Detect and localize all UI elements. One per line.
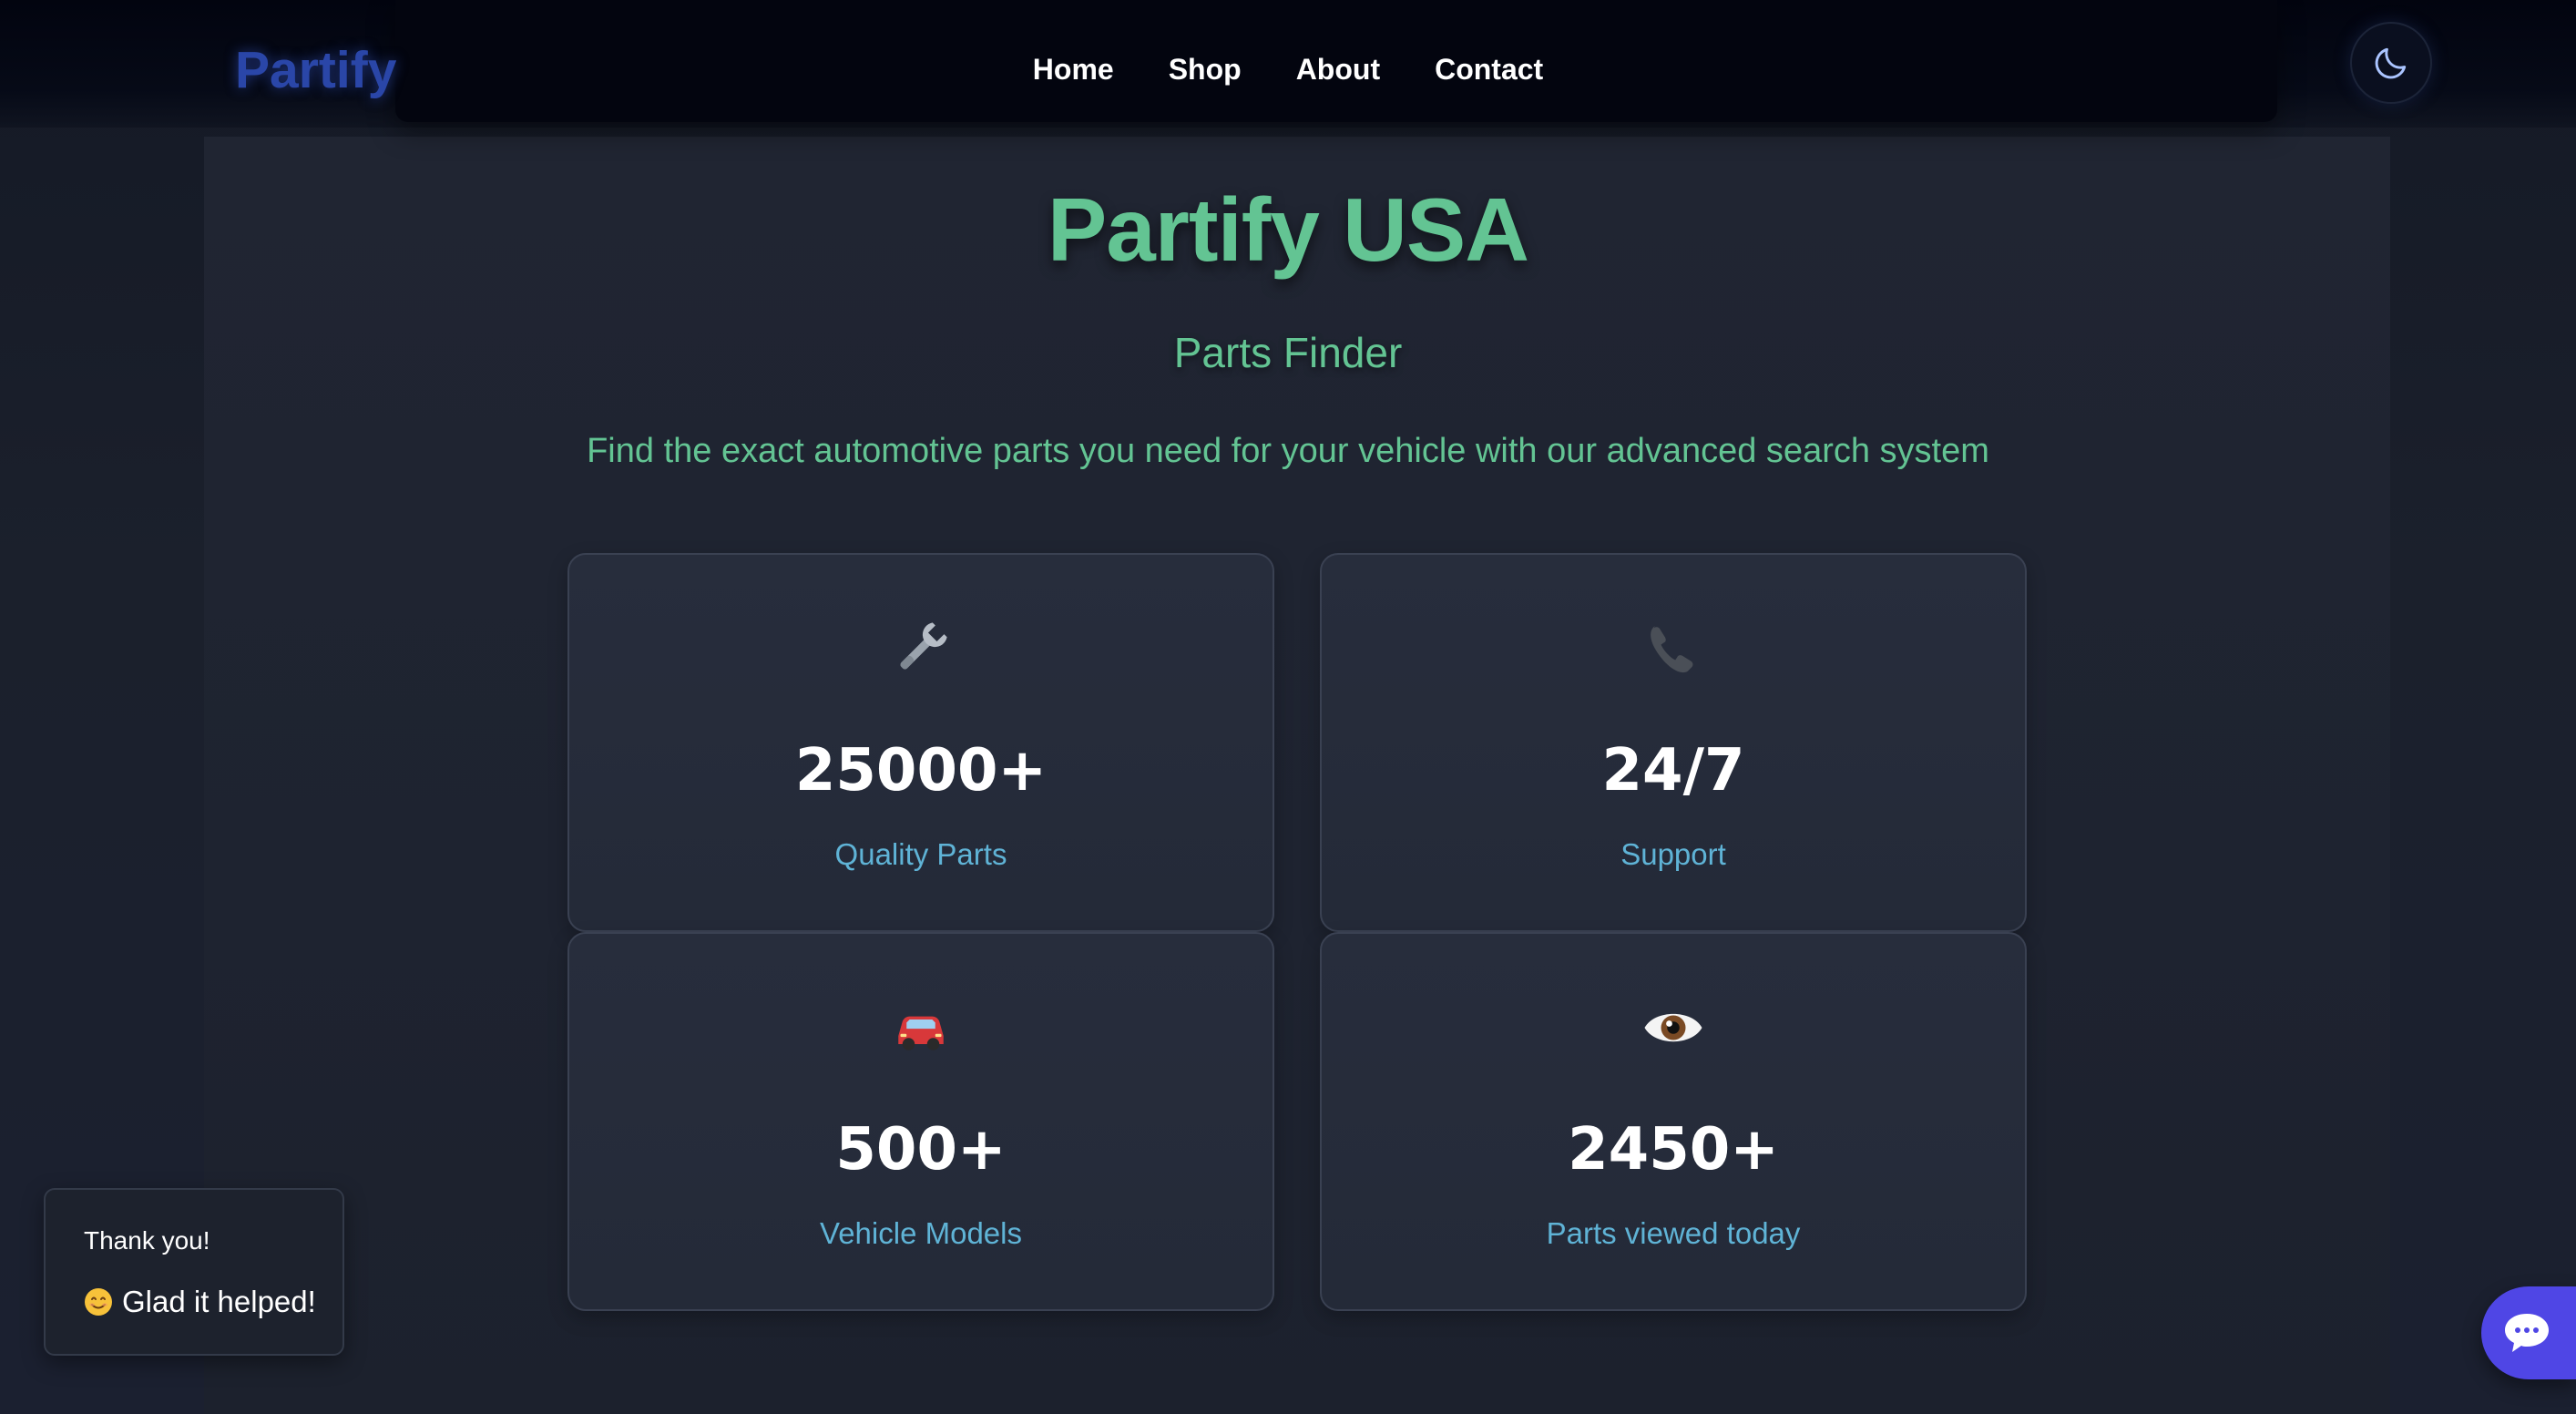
eye-icon bbox=[1322, 996, 2025, 1060]
nav-home-link[interactable]: Home bbox=[1033, 53, 1114, 87]
page-description: Find the exact automotive parts you need… bbox=[587, 432, 1989, 470]
nav-shop-link[interactable]: Shop bbox=[1169, 53, 1242, 87]
stat-value: 24/7 bbox=[1601, 737, 1745, 804]
car-icon bbox=[569, 996, 1273, 1060]
moon-icon bbox=[2375, 47, 2407, 79]
stat-value: 2450+ bbox=[1568, 1116, 1779, 1183]
stat-card-parts-viewed: 2450+ Parts viewed today bbox=[1320, 932, 2027, 1311]
stat-label: Vehicle Models bbox=[820, 1216, 1022, 1250]
toast-message-row: Glad it helped! bbox=[84, 1285, 316, 1319]
page-subtitle: Parts Finder bbox=[1173, 329, 1403, 376]
phone-icon bbox=[1322, 617, 2025, 681]
nav-contact-link[interactable]: Contact bbox=[1435, 53, 1543, 87]
site-logo[interactable]: Partify bbox=[235, 40, 396, 100]
toast-message: Glad it helped! bbox=[122, 1285, 316, 1318]
chat-bubble-icon bbox=[2505, 1314, 2549, 1352]
stat-label: Support bbox=[1620, 837, 1726, 871]
stat-card-vehicle-models: 500+ Vehicle Models bbox=[567, 932, 1274, 1311]
wrench-icon bbox=[569, 617, 1273, 681]
stat-label: Parts viewed today bbox=[1546, 1216, 1801, 1250]
chat-launcher-button[interactable] bbox=[2481, 1286, 2576, 1379]
smile-emoji-icon bbox=[85, 1288, 112, 1316]
stat-value: 25000+ bbox=[794, 737, 1048, 804]
nav-about-link[interactable]: About bbox=[1296, 53, 1380, 87]
theme-toggle-button[interactable] bbox=[2350, 22, 2432, 104]
page-title: Partify USA bbox=[1047, 179, 1529, 280]
site-header: Partify Home Shop About Contact bbox=[0, 0, 2576, 128]
stat-card-support: 24/7 Support bbox=[1320, 553, 2027, 932]
stat-label: Quality Parts bbox=[834, 837, 1007, 871]
feedback-toast: Thank you! Glad it helped! bbox=[44, 1188, 344, 1356]
stat-card-quality-parts: 25000+ Quality Parts bbox=[567, 553, 1274, 932]
toast-title: Thank you! bbox=[84, 1226, 210, 1255]
stat-value: 500+ bbox=[835, 1116, 1007, 1183]
